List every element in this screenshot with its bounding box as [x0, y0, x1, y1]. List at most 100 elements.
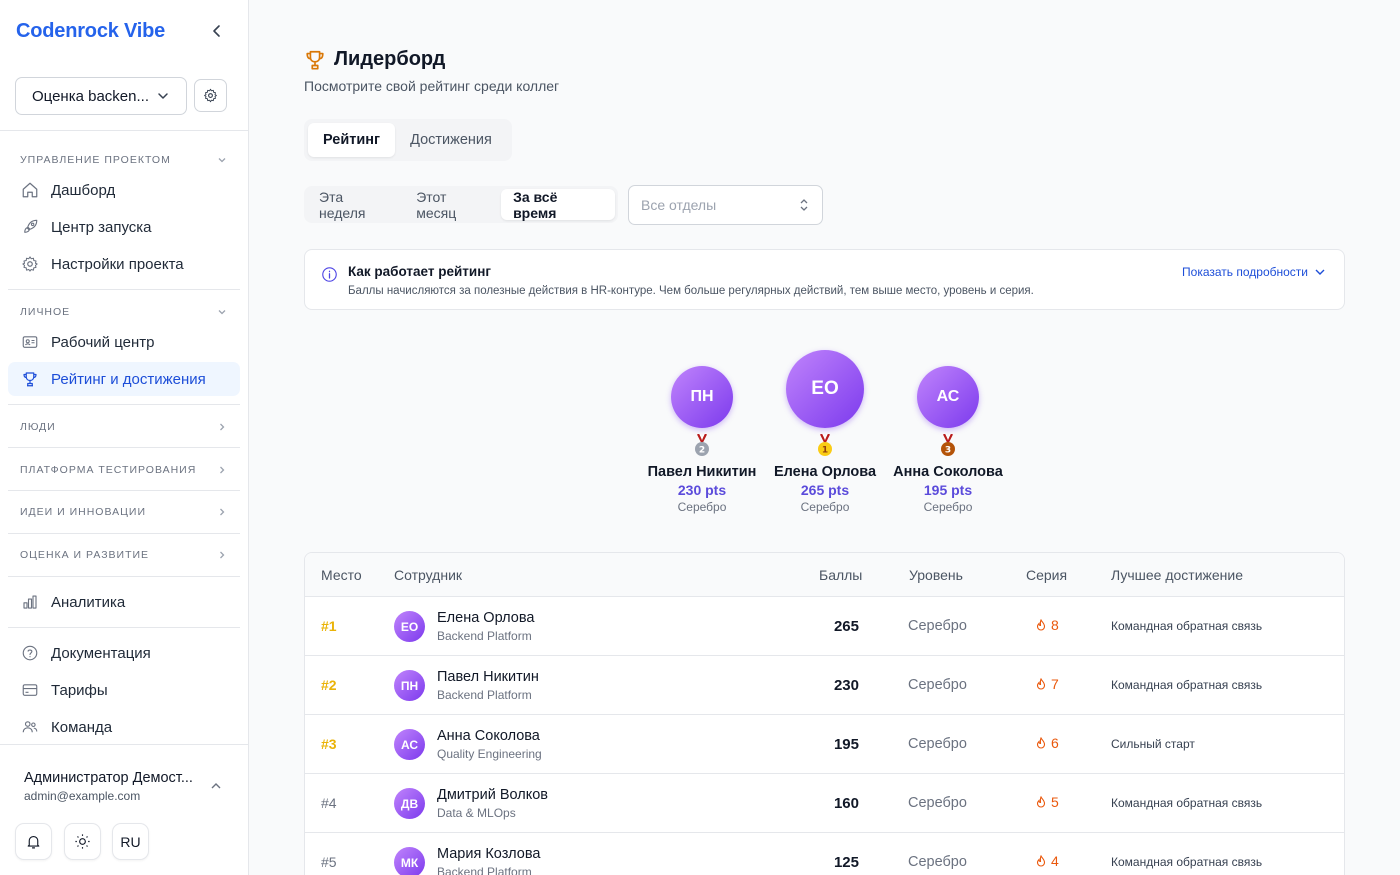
points: 195 — [833, 736, 859, 753]
section-ideas[interactable]: Идеи и инновации — [20, 506, 146, 518]
svg-text:1: 1 — [822, 446, 828, 456]
chevron-right-icon[interactable] — [216, 421, 228, 433]
section-project-mgmt[interactable]: Управление проектом — [20, 154, 171, 166]
period-month[interactable]: Этот месяц — [404, 189, 501, 221]
sidebar-item-work-center[interactable]: Рабочий центр — [8, 325, 240, 359]
sidebar-item-dashboard[interactable]: Дашборд — [8, 173, 240, 207]
streak-value: 4 — [1051, 853, 1059, 869]
avatar: ПН — [671, 366, 733, 428]
column-header-achievement: Лучшее достижение — [1111, 567, 1244, 583]
rank: #3 — [321, 736, 337, 752]
table-row[interactable]: #2 ПН Павел Никитин Backend Platform 230… — [305, 656, 1344, 715]
sidebar-item-team[interactable]: Команда — [8, 710, 240, 744]
best-achievement: Командная обратная связь — [1111, 855, 1263, 869]
avatar: ПН — [394, 670, 425, 701]
project-select-value: Оценка backen... — [32, 87, 149, 105]
trophy-icon — [304, 49, 326, 76]
chevron-right-icon[interactable] — [216, 549, 228, 561]
chevron-right-icon[interactable] — [216, 506, 228, 518]
avatar: ЕО — [786, 350, 864, 428]
podium-level: Серебро — [677, 500, 727, 514]
leaderboard-table: Место Сотрудник Баллы Уровень Серия Лучш… — [304, 552, 1345, 875]
streak: 6 — [1035, 735, 1059, 751]
level: Серебро — [908, 854, 967, 870]
podium-points: 230 pts — [677, 482, 727, 498]
chevron-up-icon[interactable] — [210, 779, 222, 797]
section-testing[interactable]: Платформа тестирования — [20, 464, 196, 476]
info-title: Как работает рейтинг — [348, 264, 491, 279]
level: Серебро — [908, 618, 967, 634]
table-row[interactable]: #5 МК Мария Козлова Backend Platform 125… — [305, 833, 1344, 875]
chevron-down-icon[interactable] — [216, 154, 228, 166]
section-people[interactable]: Люди — [20, 421, 56, 433]
tab-rating[interactable]: Рейтинг — [308, 123, 396, 157]
chevron-down-icon — [1315, 269, 1325, 275]
level: Серебро — [908, 736, 967, 752]
level: Серебро — [908, 795, 967, 811]
brand-logo[interactable]: Codenrock Vibe — [16, 20, 165, 43]
streak: 7 — [1035, 676, 1059, 692]
chevron-down-icon[interactable] — [216, 306, 228, 318]
chevron-left-icon — [213, 25, 220, 37]
streak: 5 — [1035, 794, 1059, 810]
section-personal[interactable]: Личное — [20, 306, 70, 318]
section-evaluation[interactable]: Оценка и развитие — [20, 549, 149, 561]
trophy-icon — [20, 370, 39, 389]
avatar: ЕО — [394, 611, 425, 642]
avatar: ДВ — [394, 788, 425, 819]
bell-icon — [27, 835, 40, 849]
tab-achievements[interactable]: Достижения — [395, 123, 507, 157]
sidebar-item-project-settings[interactable]: Настройки проекта — [8, 247, 240, 281]
department-select[interactable]: Все отделы — [628, 185, 823, 225]
gold-medal-icon: 1 — [818, 434, 832, 456]
streak: 8 — [1035, 617, 1059, 633]
theme-toggle-button[interactable] — [64, 823, 101, 860]
column-header-streak: Серия — [1026, 567, 1068, 583]
employee-department: Data & MLOps — [437, 806, 516, 820]
sidebar-item-label: Рабочий центр — [51, 333, 155, 351]
chevron-right-icon[interactable] — [216, 464, 228, 476]
notifications-button[interactable] — [15, 823, 52, 860]
sidebar-item-label: Документация — [51, 644, 151, 662]
podium-third[interactable]: АС 3 Анна Соколова 195 pts Серебро — [889, 366, 1007, 514]
sidebar-item-label: Дашборд — [51, 181, 116, 199]
divider — [8, 404, 240, 405]
sidebar-item-docs[interactable]: Документация — [8, 636, 240, 670]
rating-info-card: Как работает рейтинг Баллы начисляются з… — [304, 249, 1345, 310]
streak-value: 8 — [1051, 617, 1059, 633]
sidebar-item-rating[interactable]: Рейтинг и достижения — [8, 362, 240, 396]
users-icon — [20, 718, 39, 737]
project-settings-button[interactable] — [194, 79, 227, 112]
sidebar-item-launch-center[interactable]: Центр запуска — [8, 210, 240, 244]
rank: #2 — [321, 677, 337, 693]
column-header-level: Уровень — [909, 567, 963, 583]
collapse-sidebar-button[interactable] — [206, 20, 228, 42]
podium-name: Павел Никитин — [647, 464, 757, 480]
podium-name: Анна Соколова — [893, 464, 1003, 480]
period-week[interactable]: Эта неделя — [307, 189, 404, 221]
period-all-time[interactable]: За всё время — [501, 189, 615, 221]
table-row[interactable]: #3 АС Анна Соколова Quality Engineering … — [305, 715, 1344, 774]
flame-icon — [1036, 796, 1046, 808]
table-header: Место Сотрудник Баллы Уровень Серия Лучш… — [305, 553, 1344, 597]
streak-value: 5 — [1051, 794, 1059, 810]
podium-level: Серебро — [800, 500, 850, 514]
sidebar-item-analytics[interactable]: Аналитика — [8, 585, 240, 619]
sidebar-item-label: Тарифы — [51, 681, 108, 699]
project-select[interactable]: Оценка backen... — [15, 77, 187, 115]
employee-department: Backend Platform — [437, 865, 532, 875]
bar-chart-icon — [20, 593, 39, 612]
sidebar-item-tariffs[interactable]: Тарифы — [8, 673, 240, 707]
table-row[interactable]: #1 ЕО Елена Орлова Backend Platform 265 … — [305, 597, 1344, 656]
info-text: Баллы начисляются за полезные действия в… — [348, 285, 1034, 297]
user-name[interactable]: Администратор Демост... — [24, 770, 193, 786]
language-button[interactable]: RU — [112, 823, 149, 860]
table-row[interactable]: #4 ДВ Дмитрий Волков Data & MLOps 160 Се… — [305, 774, 1344, 833]
podium-second[interactable]: ПН 2 Павел Никитин 230 pts Серебро — [643, 366, 761, 514]
chevron-down-icon — [158, 93, 168, 99]
podium-first[interactable]: ЕО 1 Елена Орлова 265 pts Серебро — [766, 350, 884, 514]
department-select-placeholder: Все отделы — [641, 197, 717, 213]
sidebar-item-label: Центр запуска — [51, 218, 152, 236]
show-details-link[interactable]: Показать подробности — [1182, 265, 1326, 279]
points: 265 — [833, 618, 859, 635]
